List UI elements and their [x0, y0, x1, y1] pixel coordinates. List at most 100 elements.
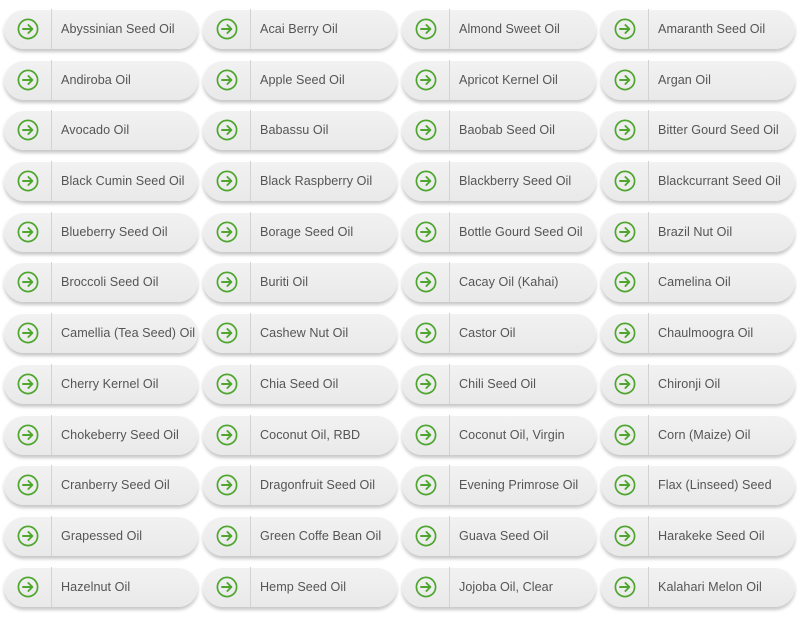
arrow-right-circle-icon — [203, 211, 251, 252]
oil-link-kalahari-melon-oil[interactable]: Kalahari Melon Oil — [601, 566, 795, 607]
oil-link-label: Chironji Oil — [658, 376, 721, 391]
oil-link-abyssinian-seed-oil[interactable]: Abyssinian Seed Oil — [4, 9, 198, 49]
oil-link-chia-seed-oil[interactable]: Chia Seed Oil — [203, 363, 397, 404]
arrow-right-circle-icon — [4, 414, 52, 455]
arrow-right-circle-icon — [203, 363, 251, 404]
oil-link-label: Borage Seed Oil — [260, 224, 354, 239]
oil-link-cacay-oil-kahai[interactable]: Cacay Oil (Kahai) — [402, 262, 596, 303]
oil-link-evening-primrose-oil[interactable]: Evening Primrose Oil — [402, 465, 596, 506]
oil-link-label: Andiroba Oil — [61, 72, 131, 87]
arrow-right-circle-icon — [4, 515, 52, 556]
oil-link-blackberry-seed-oil[interactable]: Blackberry Seed Oil — [402, 161, 596, 202]
oil-link-chili-seed-oil[interactable]: Chili Seed Oil — [402, 363, 596, 404]
arrow-right-circle-icon — [203, 313, 251, 354]
arrow-right-circle-icon — [203, 566, 251, 607]
arrow-right-circle-icon — [4, 363, 52, 404]
oil-link-dragonfruit-seed-oil[interactable]: Dragonfruit Seed Oil — [203, 465, 397, 506]
arrow-right-circle-icon — [4, 566, 52, 607]
arrow-right-circle-icon — [4, 9, 52, 49]
oil-link-label: Camellia (Tea Seed) Oil — [61, 326, 196, 341]
arrow-right-circle-icon — [402, 566, 450, 607]
oil-link-cashew-nut-oil[interactable]: Cashew Nut Oil — [203, 313, 397, 354]
oil-link-chironji-oil[interactable]: Chironji Oil — [601, 363, 795, 404]
oil-link-coconut-oil-virgin[interactable]: Coconut Oil, Virgin — [402, 414, 596, 455]
arrow-right-circle-icon — [4, 465, 52, 506]
oil-link-corn-maize-oil[interactable]: Corn (Maize) Oil — [601, 414, 795, 455]
arrow-right-circle-icon — [203, 515, 251, 556]
oil-link-camellia-tea-seed-oil[interactable]: Camellia (Tea Seed) Oil — [4, 313, 198, 354]
oil-link-hemp-seed-oil[interactable]: Hemp Seed Oil — [203, 566, 397, 607]
oil-link-chaulmoogra-oil[interactable]: Chaulmoogra Oil — [601, 313, 795, 354]
oil-link-label: Harakeke Seed Oil — [658, 528, 765, 543]
oil-link-bitter-gourd-seed-oil[interactable]: Bitter Gourd Seed Oil — [601, 110, 795, 151]
arrow-right-circle-icon — [203, 465, 251, 506]
oil-link-label: Coconut Oil, Virgin — [459, 427, 565, 442]
oil-link-label: Acai Berry Oil — [260, 22, 338, 36]
oil-link-amaranth-seed-oil[interactable]: Amaranth Seed Oil — [601, 9, 795, 49]
arrow-right-circle-icon — [402, 313, 450, 354]
oil-link-label: Abyssinian Seed Oil — [61, 22, 175, 36]
oil-link-chokeberry-seed-oil[interactable]: Chokeberry Seed Oil — [4, 414, 198, 455]
oil-link-camelina-oil[interactable]: Camelina Oil — [601, 262, 795, 303]
oil-link-label: Cacay Oil (Kahai) — [459, 275, 559, 290]
oil-link-label: Corn (Maize) Oil — [658, 427, 751, 442]
oil-link-hazelnut-oil[interactable]: Hazelnut Oil — [4, 566, 198, 607]
oil-link-avocado-oil[interactable]: Avocado Oil — [4, 110, 198, 151]
oil-link-label: Black Raspberry Oil — [260, 174, 373, 189]
oil-link-label: Amaranth Seed Oil — [658, 22, 766, 36]
arrow-right-circle-icon — [4, 59, 52, 100]
oil-link-label: Flax (Linseed) Seed — [658, 478, 772, 493]
oil-link-babassu-oil[interactable]: Babassu Oil — [203, 110, 397, 151]
arrow-right-circle-icon — [601, 211, 649, 252]
oil-link-cranberry-seed-oil[interactable]: Cranberry Seed Oil — [4, 465, 198, 506]
arrow-right-circle-icon — [402, 59, 450, 100]
arrow-right-circle-icon — [4, 161, 52, 202]
oil-link-castor-oil[interactable]: Castor Oil — [402, 313, 596, 354]
oil-link-argan-oil[interactable]: Argan Oil — [601, 59, 795, 100]
oil-link-almond-sweet-oil[interactable]: Almond Sweet Oil — [402, 9, 596, 49]
oil-link-label: Grapessed Oil — [61, 528, 143, 543]
arrow-right-circle-icon — [402, 363, 450, 404]
oil-link-label: Jojoba Oil, Clear — [459, 579, 553, 594]
oil-link-harakeke-seed-oil[interactable]: Harakeke Seed Oil — [601, 515, 795, 556]
oil-link-label: Cherry Kernel Oil — [61, 376, 159, 391]
oil-link-brazil-nut-oil[interactable]: Brazil Nut Oil — [601, 211, 795, 252]
oil-link-label: Blackcurrant Seed Oil — [658, 174, 781, 189]
oil-link-label: Blueberry Seed Oil — [61, 224, 168, 239]
oil-link-blueberry-seed-oil[interactable]: Blueberry Seed Oil — [4, 211, 198, 252]
oil-link-jojoba-oil-clear[interactable]: Jojoba Oil, Clear — [402, 566, 596, 607]
oil-link-black-raspberry-oil[interactable]: Black Raspberry Oil — [203, 161, 397, 202]
oil-link-apricot-kernel-oil[interactable]: Apricot Kernel Oil — [402, 59, 596, 100]
oil-link-apple-seed-oil[interactable]: Apple Seed Oil — [203, 59, 397, 100]
oil-link-label: Avocado Oil — [61, 123, 130, 138]
oil-link-label: Apricot Kernel Oil — [459, 72, 558, 87]
oil-link-bottle-gourd-seed-oil[interactable]: Bottle Gourd Seed Oil — [402, 211, 596, 252]
oil-link-cherry-kernel-oil[interactable]: Cherry Kernel Oil — [4, 363, 198, 404]
arrow-right-circle-icon — [402, 414, 450, 455]
oil-link-black-cumin-seed-oil[interactable]: Black Cumin Seed Oil — [4, 161, 198, 202]
arrow-right-circle-icon — [203, 414, 251, 455]
oil-link-coconut-oil-rbd[interactable]: Coconut Oil, RBD — [203, 414, 397, 455]
oil-link-label: Chili Seed Oil — [459, 376, 536, 391]
oil-link-blackcurrant-seed-oil[interactable]: Blackcurrant Seed Oil — [601, 161, 795, 202]
arrow-right-circle-icon — [203, 59, 251, 100]
oil-link-label: Cashew Nut Oil — [260, 326, 349, 341]
oil-link-borage-seed-oil[interactable]: Borage Seed Oil — [203, 211, 397, 252]
oil-link-label: Hazelnut Oil — [61, 579, 131, 594]
arrow-right-circle-icon — [402, 211, 450, 252]
oil-link-flax-linseed-seed[interactable]: Flax (Linseed) Seed — [601, 465, 795, 506]
oil-link-label: Apple Seed Oil — [260, 72, 345, 87]
oil-link-label: Babassu Oil — [260, 123, 329, 138]
oil-link-label: Blackberry Seed Oil — [459, 174, 572, 189]
oil-link-label: Broccoli Seed Oil — [61, 275, 159, 290]
arrow-right-circle-icon — [402, 515, 450, 556]
oil-link-label: Argan Oil — [658, 72, 711, 87]
oil-link-buriti-oil[interactable]: Buriti Oil — [203, 262, 397, 303]
oil-link-guava-seed-oil[interactable]: Guava Seed Oil — [402, 515, 596, 556]
oil-link-andiroba-oil[interactable]: Andiroba Oil — [4, 59, 198, 100]
oil-link-baobab-seed-oil[interactable]: Baobab Seed Oil — [402, 110, 596, 151]
oil-link-green-coffe-bean-oil[interactable]: Green Coffe Bean Oil — [203, 515, 397, 556]
oil-link-broccoli-seed-oil[interactable]: Broccoli Seed Oil — [4, 262, 198, 303]
oil-link-grapessed-oil[interactable]: Grapessed Oil — [4, 515, 198, 556]
oil-link-acai-berry-oil[interactable]: Acai Berry Oil — [203, 9, 397, 49]
